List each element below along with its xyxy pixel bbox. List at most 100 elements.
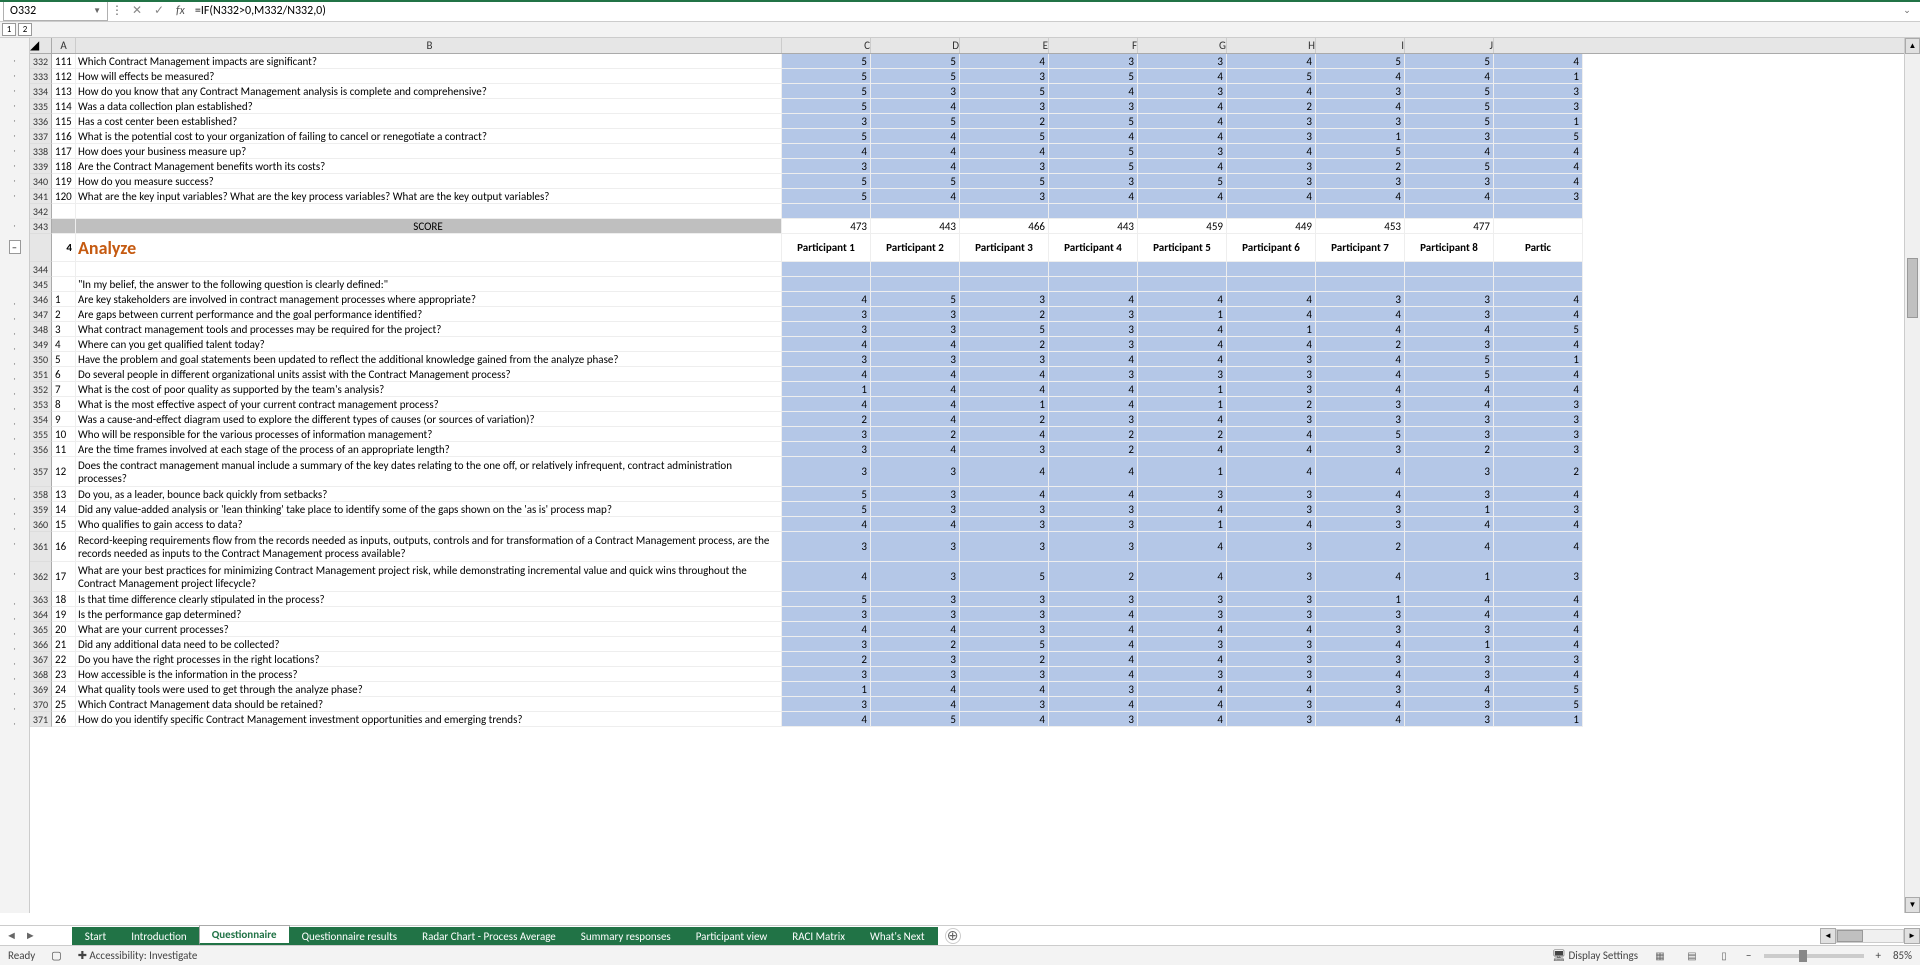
page-layout-view-button[interactable]: ▤ (1682, 948, 1702, 964)
cell[interactable]: 5 (1405, 352, 1494, 367)
cell[interactable]: 3 (1138, 84, 1227, 99)
row-header[interactable]: 340 (30, 174, 52, 189)
cell[interactable]: 3 (1227, 367, 1316, 382)
row-header[interactable]: 351 (30, 367, 52, 382)
cell[interactable]: 4 (871, 337, 960, 352)
cell[interactable]: 3 (1138, 592, 1227, 607)
outline-node[interactable]: · (0, 219, 29, 234)
cell[interactable]: Are the Contract Management benefits wor… (76, 159, 782, 174)
col-header-i[interactable]: I (1316, 38, 1405, 53)
cell[interactable]: 4 (1316, 697, 1405, 712)
cell[interactable]: 3 (1227, 352, 1316, 367)
participant-header[interactable]: Participant 4 (1049, 234, 1138, 262)
cell[interactable]: 3 (1494, 427, 1583, 442)
cell[interactable]: 4 (1494, 159, 1583, 174)
cell[interactable]: 4 (1138, 412, 1227, 427)
cell[interactable]: 11 (52, 442, 76, 457)
cell[interactable]: 21 (52, 637, 76, 652)
cell[interactable] (1227, 204, 1316, 219)
outline-node[interactable]: · (0, 642, 29, 657)
cell[interactable]: 4 (1405, 322, 1494, 337)
cell[interactable]: 2 (52, 307, 76, 322)
cell[interactable]: 3 (782, 457, 871, 487)
cell[interactable]: 443 (871, 219, 960, 234)
cell[interactable]: 3 (1227, 532, 1316, 562)
cell[interactable]: 3 (1049, 592, 1138, 607)
cell[interactable]: 3 (1227, 562, 1316, 592)
cell[interactable]: 2 (782, 652, 871, 667)
cell[interactable]: 4 (1494, 382, 1583, 397)
cell[interactable]: 3 (1316, 397, 1405, 412)
col-header-f[interactable]: F (1049, 38, 1138, 53)
outline-node[interactable]: · (0, 702, 29, 717)
cell[interactable] (52, 277, 76, 292)
row-header[interactable]: 363 (30, 592, 52, 607)
cell[interactable]: 4 (1405, 69, 1494, 84)
cell[interactable]: Do several people in different organizat… (76, 367, 782, 382)
hscroll-thumb[interactable] (1837, 930, 1863, 942)
cell[interactable]: 5 (782, 592, 871, 607)
cell[interactable]: 4 (871, 144, 960, 159)
row-header[interactable]: 343 (30, 219, 52, 234)
cell[interactable]: 3 (1227, 652, 1316, 667)
cell[interactable] (52, 262, 76, 277)
cell[interactable]: 3 (871, 667, 960, 682)
cell[interactable]: Have the problem and goal statements bee… (76, 352, 782, 367)
cell[interactable]: 3 (1494, 562, 1583, 592)
cell[interactable]: 3 (1049, 322, 1138, 337)
cell[interactable]: 4 (1494, 367, 1583, 382)
cell[interactable]: 3 (960, 592, 1049, 607)
cell[interactable] (1049, 204, 1138, 219)
cell[interactable]: 5 (1405, 84, 1494, 99)
add-sheet-button[interactable]: ⊕ (945, 928, 961, 944)
cell[interactable] (1049, 277, 1138, 292)
cell[interactable]: 5 (782, 69, 871, 84)
cell[interactable]: 3 (1227, 382, 1316, 397)
cell[interactable]: 3 (1316, 412, 1405, 427)
cell[interactable]: What are your best practices for minimiz… (76, 562, 782, 592)
cell[interactable]: 5 (782, 54, 871, 69)
outline-node[interactable]: · (0, 417, 29, 432)
cell[interactable]: 4 (1049, 697, 1138, 712)
cell[interactable]: 15 (52, 517, 76, 532)
row-header[interactable]: 338 (30, 144, 52, 159)
cell[interactable]: Does the contract management manual incl… (76, 457, 782, 487)
cell[interactable] (1138, 277, 1227, 292)
cell[interactable]: Who qualifies to gain access to data? (76, 517, 782, 532)
cell[interactable]: 4 (960, 382, 1049, 397)
formula-input[interactable]: =IF(N332>0,M332/N332,0) (191, 1, 1898, 21)
cell[interactable]: 3 (1494, 412, 1583, 427)
cell[interactable] (960, 262, 1049, 277)
cell[interactable]: 2 (1494, 457, 1583, 487)
cell[interactable]: 4 (871, 189, 960, 204)
cell[interactable]: 3 (782, 532, 871, 562)
cell[interactable]: 1 (1138, 382, 1227, 397)
zoom-slider-thumb[interactable] (1799, 950, 1807, 962)
cell[interactable]: 3 (960, 99, 1049, 114)
row-header[interactable]: 337 (30, 129, 52, 144)
cell[interactable]: 4 (1138, 532, 1227, 562)
row-header[interactable]: 344 (30, 262, 52, 277)
row-header[interactable]: 369 (30, 682, 52, 697)
hscroll-right-button[interactable]: ► (1904, 928, 1920, 944)
cell[interactable]: 3 (1316, 517, 1405, 532)
cell[interactable]: 4 (1049, 129, 1138, 144)
outline-node[interactable]: · (0, 144, 29, 159)
cell[interactable]: 3 (1316, 174, 1405, 189)
outline-node[interactable]: · (0, 447, 29, 462)
cell[interactable]: 4 (1049, 189, 1138, 204)
cell[interactable]: 4 (782, 337, 871, 352)
cell[interactable]: Are key stakeholders are involved in con… (76, 292, 782, 307)
cell[interactable]: 3 (1227, 592, 1316, 607)
vertical-scrollbar[interactable]: ▲ ▼ (1904, 38, 1920, 913)
hscroll-track[interactable] (1836, 929, 1904, 943)
cell[interactable]: 5 (1494, 129, 1583, 144)
cell[interactable]: 3 (871, 562, 960, 592)
cell[interactable]: 4 (1227, 517, 1316, 532)
cell[interactable]: 5 (782, 502, 871, 517)
cell[interactable]: 4 (1138, 622, 1227, 637)
cell[interactable]: 2 (1049, 442, 1138, 457)
cell[interactable]: 5 (1494, 697, 1583, 712)
cell[interactable]: 23 (52, 667, 76, 682)
cell[interactable]: 3 (1138, 144, 1227, 159)
